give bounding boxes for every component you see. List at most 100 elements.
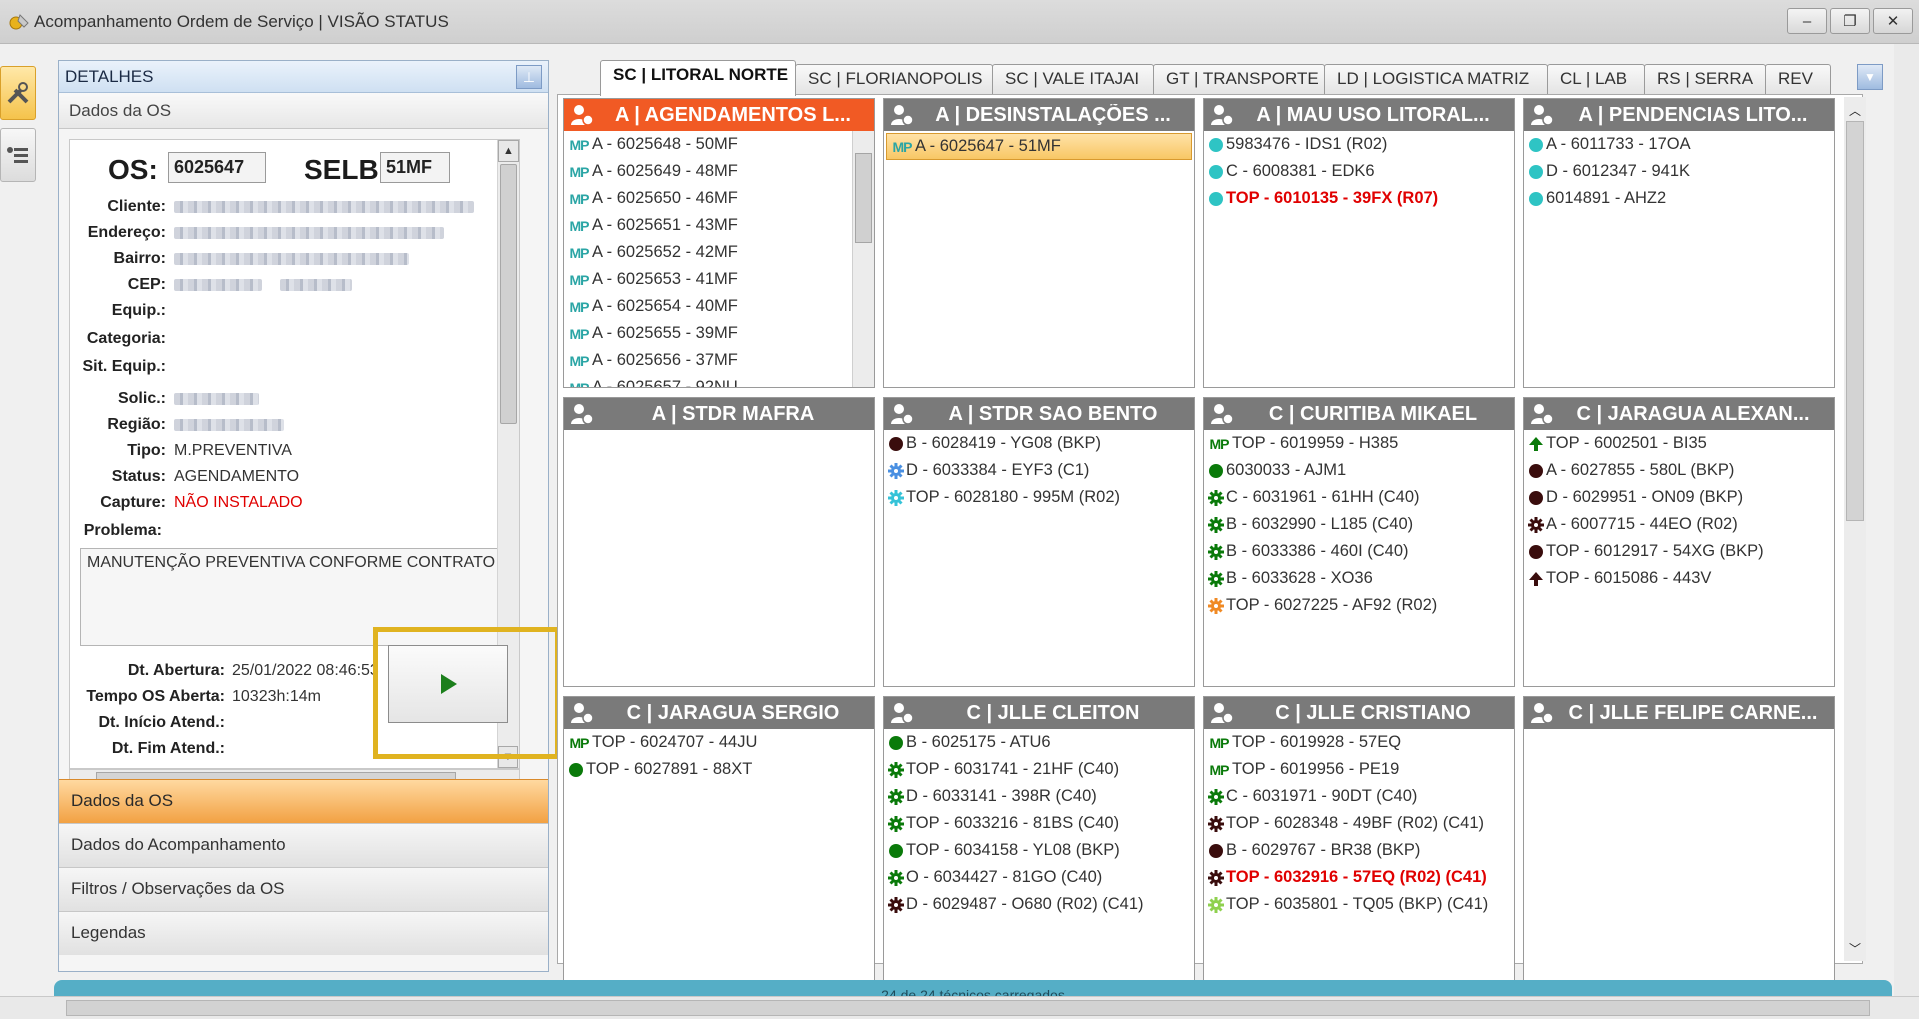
os-list-item[interactable]: TOP - 6033216 - 81BS (C40) <box>884 810 1194 837</box>
column-header[interactable]: A | STDR MAFRA <box>564 398 874 430</box>
os-list-item[interactable]: TOP - 6027225 - AF92 (R02) <box>1204 592 1514 619</box>
os-list-item[interactable]: B - 6029767 - BR38 (BKP) <box>1204 837 1514 864</box>
os-list-item[interactable]: TOP - 6010135 - 39FX (R07) <box>1204 185 1514 212</box>
column-header[interactable]: A | AGENDAMENTOS L... <box>564 99 874 131</box>
os-list-item[interactable]: A - 6007715 - 44EO (R02) <box>1524 511 1834 538</box>
os-list-item[interactable]: D - 6029487 - O680 (R02) (C41) <box>884 891 1194 918</box>
play-button[interactable] <box>388 645 508 723</box>
os-item-label: C - 6031971 - 90DT (C40) <box>1226 787 1418 805</box>
os-list-item[interactable]: TOP - 6015086 - 443V <box>1524 565 1834 592</box>
nav-filtros-observacoes[interactable]: Filtros / Observações da OS <box>59 867 548 911</box>
os-list-item[interactable]: MP A - 6025654 - 40MF <box>564 293 874 320</box>
os-item-label: 5983476 - IDS1 (R02) <box>1226 135 1388 153</box>
os-list-item[interactable]: TOP - 6012917 - 54XG (BKP) <box>1524 538 1834 565</box>
tab-rs-serra[interactable]: RS | SERRA <box>1644 64 1766 94</box>
os-item-label: TOP - 6031741 - 21HF (C40) <box>906 760 1120 778</box>
column-header[interactable]: A | PENDENCIAS LITO... <box>1524 99 1834 131</box>
os-list-item[interactable]: MP A - 6025655 - 39MF <box>564 320 874 347</box>
status-dot-icon <box>1208 843 1224 859</box>
tab-sc-vale-itajai[interactable]: SC | VALE ITAJAI <box>992 64 1154 94</box>
selb-field[interactable]: 51MF <box>380 152 450 183</box>
os-list-item[interactable]: O - 6034427 - 81GO (C40) <box>884 864 1194 891</box>
os-list-item[interactable]: D - 6033141 - 398R (C40) <box>884 783 1194 810</box>
column-header[interactable]: C | JARAGUA SERGIO <box>564 697 874 729</box>
os-list-item[interactable]: MP A - 6025657 - 92NU <box>564 374 874 387</box>
os-list-item[interactable]: D - 6029951 - ON09 (BKP) <box>1524 484 1834 511</box>
os-list-item[interactable]: A - 6027855 - 580L (BKP) <box>1524 457 1834 484</box>
column-header[interactable]: C | JLLE CRISTIANO <box>1204 697 1514 729</box>
window-vertical-scrollbar[interactable] <box>1894 44 1919 996</box>
column-header[interactable]: A | MAU USO LITORAL... <box>1204 99 1514 131</box>
os-number-field[interactable]: 6025647 <box>168 152 266 183</box>
board-scroll-down-icon[interactable]: ﹀ <box>1844 937 1866 959</box>
os-list-item[interactable]: B - 6032990 - L185 (C40) <box>1204 511 1514 538</box>
column-header[interactable]: C | JLLE CLEITON <box>884 697 1194 729</box>
os-list-item[interactable]: B - 6028419 - YG08 (BKP) <box>884 430 1194 457</box>
tab-cl-lab[interactable]: CL | LAB <box>1547 64 1645 94</box>
os-list-item[interactable]: TOP - 6032916 - 57EQ (R02) (C41) <box>1204 864 1514 891</box>
pin-icon[interactable]: ⊥ <box>516 65 542 89</box>
os-list-item[interactable]: MP A - 6025647 - 51MF <box>886 133 1192 160</box>
tools-icon[interactable] <box>0 66 36 120</box>
os-list-item[interactable]: TOP - 6002501 - BI35 <box>1524 430 1834 457</box>
os-list-item[interactable]: B - 6033628 - XO36 <box>1204 565 1514 592</box>
os-list-item[interactable]: C - 6031961 - 61HH (C40) <box>1204 484 1514 511</box>
os-list-item[interactable]: TOP - 6031741 - 21HF (C40) <box>884 756 1194 783</box>
column-header[interactable]: C | JLLE FELIPE CARNE... <box>1524 697 1834 729</box>
os-list-item[interactable]: TOP - 6028348 - 49BF (R02) (C41) <box>1204 810 1514 837</box>
os-list-item[interactable]: 6014891 - AHZ2 <box>1524 185 1834 212</box>
scroll-up-icon[interactable]: ▲ <box>498 140 519 162</box>
os-list-item[interactable]: TOP - 6028180 - 995M (R02) <box>884 484 1194 511</box>
os-list-item[interactable]: B - 6025175 - ATU6 <box>884 729 1194 756</box>
os-list-item[interactable]: MP A - 6025652 - 42MF <box>564 239 874 266</box>
capture-value: NÃO INSTALADO <box>174 494 303 511</box>
os-list-item[interactable]: MP TOP - 6019928 - 57EQ <box>1204 729 1514 756</box>
os-list-item[interactable]: 5983476 - IDS1 (R02) <box>1204 131 1514 158</box>
os-list-item[interactable]: B - 6033386 - 460I (C40) <box>1204 538 1514 565</box>
tab-ld-logistica-matriz[interactable]: LD | LOGISTICA MATRIZ <box>1324 64 1548 94</box>
tab-sc-florianopolis[interactable]: SC | FLORIANOPOLIS <box>795 64 993 94</box>
os-list-item[interactable]: MP A - 6025650 - 46MF <box>564 185 874 212</box>
column-header[interactable]: A | STDR SAO BENTO <box>884 398 1194 430</box>
os-list-item[interactable]: D - 6033384 - EYF3 (C1) <box>884 457 1194 484</box>
column-header[interactable]: A | DESINSTALAÇÕES ... <box>884 99 1194 131</box>
os-list-item[interactable]: A - 6011733 - 17OA <box>1524 131 1834 158</box>
tabs-dropdown-icon[interactable]: ▼ <box>1857 64 1883 90</box>
os-list-item[interactable]: MP TOP - 6019959 - H385 <box>1204 430 1514 457</box>
os-list-item[interactable]: MP A - 6025651 - 43MF <box>564 212 874 239</box>
os-list-item[interactable]: TOP - 6027891 - 88XT <box>564 756 874 783</box>
os-list-item[interactable]: MP A - 6025653 - 41MF <box>564 266 874 293</box>
os-list-item[interactable]: TOP - 6034158 - YL08 (BKP) <box>884 837 1194 864</box>
minimize-button[interactable]: – <box>1787 8 1827 34</box>
os-list-item[interactable]: MP A - 6025656 - 37MF <box>564 347 874 374</box>
board-vertical-scrollbar[interactable]: ︿ ﹀ <box>1844 97 1866 961</box>
tab-gt-transporte[interactable]: GT | TRANSPORTE <box>1153 64 1325 94</box>
close-button[interactable]: ✕ <box>1873 8 1913 34</box>
os-list-item[interactable]: D - 6012347 - 941K <box>1524 158 1834 185</box>
nav-legendas[interactable]: Legendas <box>59 911 548 955</box>
tab-sc-litoral-norte[interactable]: SC | LITORAL NORTE <box>600 60 796 96</box>
os-list-item[interactable]: MP A - 6025648 - 50MF <box>564 131 874 158</box>
os-list-item[interactable]: C - 6008381 - EDK6 <box>1204 158 1514 185</box>
column-header[interactable]: C | JARAGUA ALEXAN... <box>1524 398 1834 430</box>
os-list-item[interactable]: TOP - 6035801 - TQ05 (BKP) (C41) <box>1204 891 1514 918</box>
column-scrollbar[interactable] <box>852 131 874 387</box>
nav-dados-os[interactable]: Dados da OS <box>59 779 548 823</box>
list-settings-icon[interactable] <box>0 128 36 182</box>
maximize-button[interactable]: ❐ <box>1830 8 1870 34</box>
board-scroll-up-icon[interactable]: ︿ <box>1844 99 1866 121</box>
column-header[interactable]: C | CURITIBA MIKAEL <box>1204 398 1514 430</box>
scroll-down-icon[interactable]: ▼ <box>498 746 518 768</box>
tab-rev[interactable]: REV <box>1765 64 1831 94</box>
os-list-item[interactable]: 6030033 - AJM1 <box>1204 457 1514 484</box>
nav-dados-acompanhamento[interactable]: Dados do Acompanhamento <box>59 823 548 867</box>
os-list-item[interactable]: MP TOP - 6024707 - 44JU <box>564 729 874 756</box>
os-list-item[interactable]: MP A - 6025649 - 48MF <box>564 158 874 185</box>
os-list-item[interactable]: C - 6031971 - 90DT (C40) <box>1204 783 1514 810</box>
window-horizontal-scrollbar[interactable] <box>0 996 1919 1019</box>
os-item-label: TOP - 6035801 - TQ05 (BKP) (C41) <box>1226 895 1489 913</box>
column-title: A | PENDENCIAS LITO... <box>1578 103 1808 126</box>
technician-column: A | STDR SAO BENTO B - 6028419 - YG08 (BK… <box>883 397 1195 687</box>
os-list-item[interactable]: MP TOP - 6019956 - PE19 <box>1204 756 1514 783</box>
problema-textarea[interactable]: MANUTENÇÃO PREVENTIVA CONFORME CONTRATO <box>80 548 512 646</box>
